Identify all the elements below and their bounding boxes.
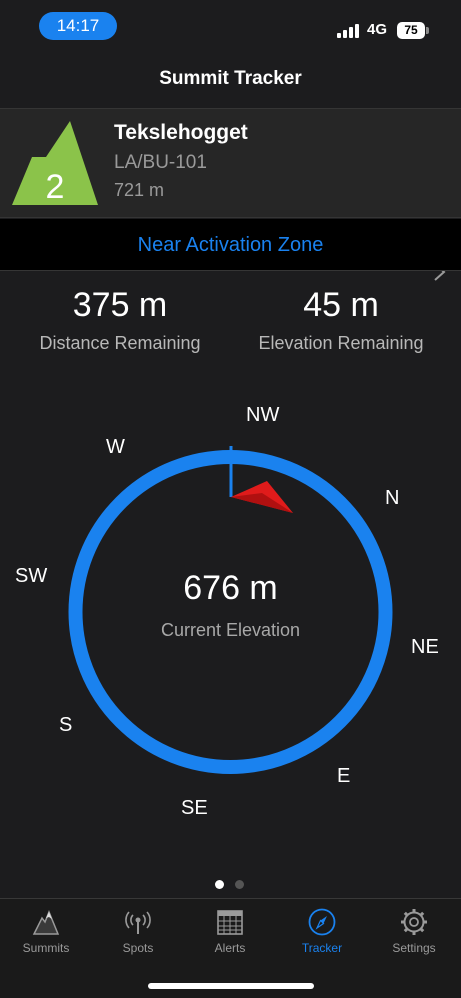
status-time: 14:17	[39, 12, 117, 40]
mountain-icon	[32, 910, 60, 935]
summit-mountain-icon: 2	[12, 121, 98, 207]
tab-alerts[interactable]: Alerts	[184, 899, 276, 969]
compass-label-s: S	[59, 714, 73, 736]
summit-reference: LA/BU-101	[114, 152, 207, 173]
tab-tracker[interactable]: Tracker	[276, 899, 368, 969]
tab-label-alerts: Alerts	[214, 941, 246, 955]
compass-icon	[308, 908, 336, 936]
tab-spots[interactable]: Spots	[92, 899, 184, 969]
compass-label-e: E	[337, 765, 351, 787]
battery-tip	[426, 27, 429, 34]
network-type: 4G	[367, 21, 388, 38]
tab-settings[interactable]: Settings	[368, 899, 460, 969]
antenna-icon	[125, 911, 151, 934]
compass-label-w: W	[106, 436, 125, 458]
page-dot-active[interactable]	[215, 880, 224, 889]
tab-label-summits: Summits	[22, 941, 70, 955]
status-bar: 14:17 4G 75	[0, 0, 461, 54]
tab-label-tracker: Tracker	[301, 941, 343, 955]
elevation-remaining-value: 45 m	[303, 286, 379, 324]
summit-name: Tekslehogget	[114, 121, 248, 144]
page-indicator[interactable]	[213, 880, 249, 890]
compass-label-nw: NW	[246, 404, 280, 426]
tab-label-settings: Settings	[392, 941, 436, 955]
tab-summits[interactable]: Summits	[0, 899, 92, 969]
elevation-remaining-label: Elevation Remaining	[258, 333, 424, 353]
compass-label-n: N	[385, 487, 400, 509]
home-indicator[interactable]	[148, 983, 314, 989]
distance-remaining-label: Distance Remaining	[39, 333, 201, 353]
tab-label-spots: Spots	[122, 941, 154, 955]
cellular-signal-icon	[337, 22, 361, 38]
summit-altitude: 721 m	[114, 180, 165, 200]
compass-ring	[68, 450, 393, 774]
page-title: Summit Tracker	[159, 68, 302, 89]
page-dot[interactable]	[235, 880, 244, 889]
compass-label-se: SE	[181, 797, 208, 819]
gear-icon	[401, 909, 427, 935]
current-elevation-value: 676 m	[183, 569, 278, 607]
distance-remaining-value: 375 m	[72, 286, 168, 324]
compass-dial	[68, 446, 393, 774]
activation-zone-banner: Near Activation Zone	[0, 219, 461, 271]
current-elevation-label: Current Elevation	[160, 620, 301, 640]
battery-icon: 75	[397, 22, 425, 39]
calendar-icon	[217, 910, 243, 935]
summit-points: 2	[45, 168, 65, 206]
